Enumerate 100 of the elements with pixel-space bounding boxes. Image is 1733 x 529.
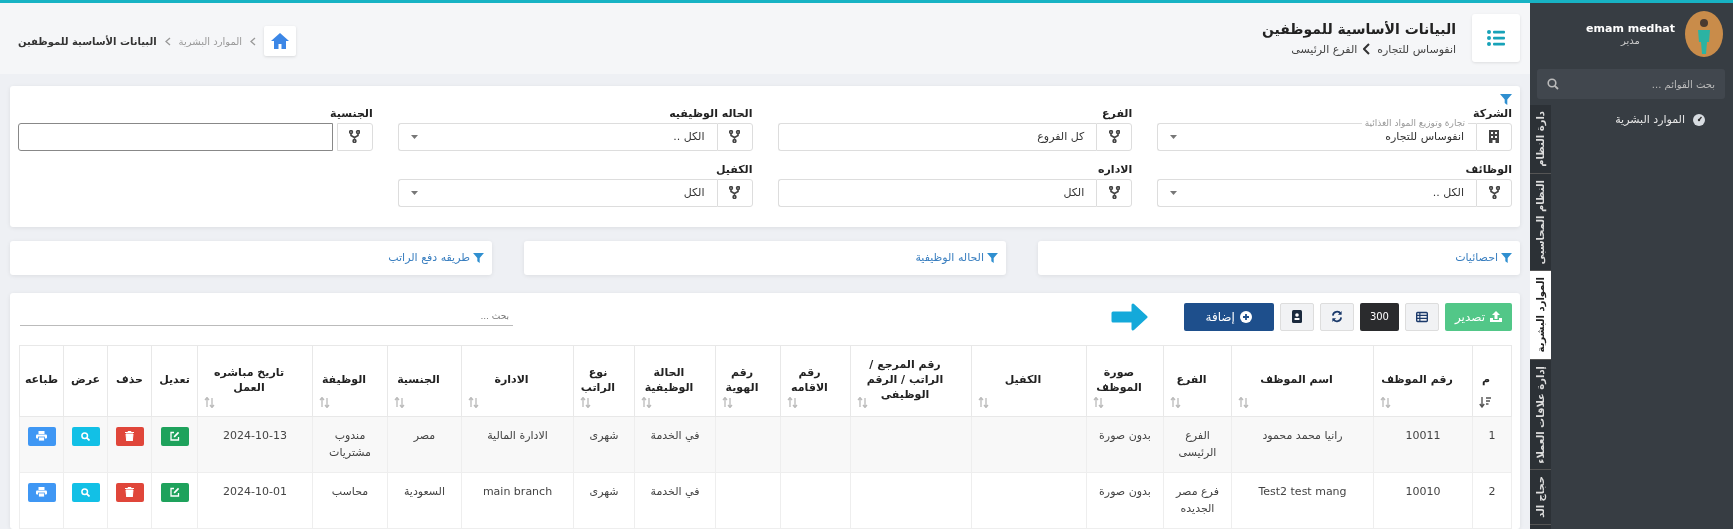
search-icon	[81, 431, 90, 441]
column-header[interactable]: صورة الموظف	[1086, 345, 1164, 417]
table-cell: مندوب مشتريات	[312, 416, 388, 473]
panel-title[interactable]: الحاله الوظيفية	[915, 251, 984, 265]
refresh-icon	[1330, 310, 1343, 324]
select-field[interactable]: الكل	[397, 178, 717, 207]
menu-icon	[1487, 30, 1505, 46]
collapsible-panel[interactable]: طريقه دفع الراتب	[10, 240, 492, 275]
select-field[interactable]: الكل	[777, 178, 1097, 207]
print-button[interactable]	[27, 426, 56, 446]
module-tab[interactable]: دارة النظام	[1530, 105, 1551, 174]
column-header[interactable]: الجنسية	[387, 345, 462, 417]
menu-item[interactable]: الموارد البشرية	[1559, 111, 1725, 128]
select-field[interactable]: كل الفروع	[777, 122, 1097, 151]
select-field[interactable]: الكل ..	[397, 122, 717, 151]
refresh-button[interactable]	[1319, 302, 1354, 331]
column-header[interactable]: تاريخ مباشره العمل	[197, 345, 313, 417]
input-field[interactable]	[18, 122, 333, 151]
menu-search-field[interactable]: بحث القوائم ...	[1537, 69, 1725, 99]
column-header[interactable]: رقم الموظف	[1373, 345, 1473, 417]
table-cell: في الخدمة	[634, 472, 716, 529]
contact-card-icon	[1291, 310, 1302, 324]
home-icon	[270, 32, 290, 50]
table-cell: محاسب	[312, 472, 388, 529]
column-header[interactable]: الكفيل	[971, 345, 1087, 417]
user-role: مدير	[1619, 35, 1641, 46]
table-cell: 2	[1472, 472, 1512, 529]
print-button[interactable]	[27, 482, 56, 502]
home-button[interactable]	[264, 26, 296, 56]
contacts-button[interactable]	[1279, 302, 1314, 331]
column-header[interactable]: الادارة	[461, 345, 574, 417]
column-header: تعديل	[151, 345, 198, 417]
column-header[interactable]: رقم الاقامه	[780, 345, 851, 417]
column-header: حذف	[107, 345, 152, 417]
field-label: الاداره	[1097, 162, 1133, 176]
edit-button[interactable]	[160, 482, 189, 502]
table-cell: مصر	[387, 416, 462, 473]
delete-button[interactable]	[115, 482, 144, 502]
column-header[interactable]: اسم الموظف	[1231, 345, 1374, 417]
collapsible-panel[interactable]: احصائيات	[1038, 240, 1520, 275]
printer-icon	[36, 487, 47, 498]
filter-icon	[987, 252, 998, 263]
view-button[interactable]	[71, 482, 100, 502]
field-label: الشركة	[1472, 106, 1512, 120]
branch-icon	[1108, 130, 1120, 144]
page-size-button[interactable]: 300	[1359, 302, 1399, 331]
table-cell: رانيا محمد محمود	[1231, 416, 1374, 473]
upload-icon	[1490, 311, 1502, 323]
field-label: الجنسية	[329, 106, 373, 120]
table-cell: 10010	[1373, 472, 1473, 529]
field-label: الكفيل	[714, 162, 753, 176]
filter-icon	[473, 252, 484, 263]
panel-title[interactable]: طريقه دفع الراتب	[388, 251, 470, 265]
field-label: الوظائف	[1464, 162, 1512, 176]
edit-button[interactable]	[160, 426, 189, 446]
filter-icon	[1501, 252, 1512, 263]
caret-icon	[1170, 190, 1178, 195]
column-header[interactable]: رقم المرجع / الراتب / الرقم الوظيفى	[850, 345, 972, 417]
chevron-icon	[164, 36, 171, 46]
gauge-icon	[1693, 113, 1705, 126]
column-header[interactable]: الوظيفة	[312, 345, 388, 417]
table-cell: شهرى	[573, 416, 635, 473]
column-header[interactable]: الفرع	[1163, 345, 1232, 417]
company-name: انفوساس للتجاره	[1377, 42, 1456, 56]
search-icon	[1547, 78, 1559, 90]
branch-icon	[349, 130, 361, 144]
panel-title[interactable]: احصائيات	[1455, 251, 1498, 265]
field-label: الفرع	[1101, 106, 1133, 120]
add-button[interactable]: إضافة	[1183, 302, 1274, 331]
branch-name: الفرع الرئيسى	[1291, 42, 1358, 56]
printer-icon	[36, 431, 47, 442]
table-cell: 10011	[1373, 416, 1473, 473]
branch-icon	[729, 186, 740, 200]
branch-icon	[729, 130, 740, 144]
module-tab[interactable]: إدارة علاقات العملاء	[1530, 359, 1551, 471]
caret-icon	[410, 134, 418, 139]
column-header[interactable]: الحالة الوظيفية	[634, 345, 716, 417]
avatar-icon	[1685, 11, 1723, 57]
table-cell: بدون صورة	[1086, 416, 1164, 473]
select-value: كل الفروع	[1036, 130, 1085, 144]
branch-icon	[1108, 186, 1120, 200]
module-tab[interactable]: حجاج الد	[1530, 470, 1551, 526]
chevron-icon	[1363, 43, 1372, 55]
menu-button[interactable]	[1472, 14, 1520, 62]
column-header[interactable]: نوع الراتب	[573, 345, 635, 417]
table-cell: في الخدمة	[634, 416, 716, 473]
caret-icon	[1170, 134, 1178, 139]
select-field[interactable]: الكل ..	[1157, 178, 1476, 207]
trash-icon	[125, 487, 134, 498]
collapsible-panel[interactable]: الحاله الوظيفية	[524, 240, 1006, 275]
plus-icon	[1239, 310, 1252, 323]
delete-button[interactable]	[115, 426, 144, 446]
columns-button[interactable]	[1405, 302, 1439, 331]
select-value: الكل ..	[672, 130, 705, 144]
column-header[interactable]: م	[1472, 345, 1512, 417]
module-tab[interactable]: الموارد البشرية	[1530, 271, 1551, 360]
select-value: الكل	[682, 186, 705, 200]
select-value: الكل ..	[1431, 186, 1464, 200]
column-header[interactable]: رقم الهوية	[715, 345, 781, 417]
view-button[interactable]	[71, 426, 100, 446]
